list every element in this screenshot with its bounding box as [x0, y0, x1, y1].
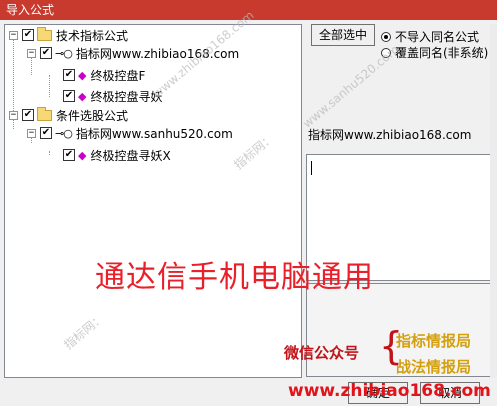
collapse-icon[interactable]: − [27, 48, 36, 58]
text-caret [311, 161, 312, 175]
folder-icon [37, 106, 52, 121]
formula-icon: ◆ [78, 148, 87, 162]
tree-group-technical-indicators[interactable]: − ✔ 技术指标公式 [9, 26, 128, 44]
tree-group-label: 条件选股公式 [56, 108, 129, 123]
tree-item-formula[interactable]: ✔ ◆ 终极控盘F [63, 66, 145, 84]
collapse-icon[interactable]: − [27, 128, 36, 138]
site-url: www.zhibiao168.com [288, 381, 491, 401]
collapse-icon[interactable]: − [9, 110, 18, 120]
radio-selected[interactable] [381, 31, 391, 42]
window-title: 导入公式 [6, 3, 55, 17]
collapse-icon[interactable]: − [9, 30, 18, 40]
key-icon: ⊸○ [55, 126, 73, 140]
promo-banner: 通达信手机电脑通用 [95, 260, 374, 295]
tree-item-formula[interactable]: ✔ ◆ 终极控盘寻妖X [63, 146, 171, 164]
watermark-text: www.sanhu520.com [300, 42, 402, 131]
checkbox[interactable]: ✔ [63, 69, 75, 81]
formula-tree[interactable]: − ✔ 技术指标公式 − ✔ ⊸○ 指标网www.zhibiao168.com … [4, 24, 302, 378]
radio-label: 覆盖同名(非系统) [395, 46, 489, 60]
folder-icon [37, 26, 52, 41]
formula-icon: ◆ [78, 89, 87, 103]
checkbox[interactable]: ✔ [40, 127, 52, 139]
source-name-label: 指标网www.zhibiao168.com [308, 128, 472, 142]
tree-group-label: 技术指标公式 [56, 28, 129, 43]
checkbox[interactable]: ✔ [22, 109, 34, 121]
radio-label: 不导入同名公式 [395, 30, 480, 44]
checkbox[interactable]: ✔ [22, 29, 34, 41]
vertical-scrollbar[interactable] [490, 24, 497, 378]
formula-icon: ◆ [78, 68, 87, 82]
tree-item-label: 终极控盘寻妖X [90, 148, 171, 163]
tree-source-sanhu520[interactable]: − ✔ ⊸○ 指标网www.sanhu520.com [27, 124, 233, 142]
tree-source-label: 指标网www.sanhu520.com [75, 126, 233, 141]
checkbox[interactable]: ✔ [63, 90, 75, 102]
tree-item-formula[interactable]: ✔ ◆ 终极控盘寻妖 [63, 87, 162, 105]
checkbox[interactable]: ✔ [40, 47, 52, 59]
tree-group-stock-selection[interactable]: − ✔ 条件选股公式 [9, 106, 128, 124]
select-all-button[interactable]: 全部选中 [311, 24, 375, 46]
wechat-label: 微信公众号 [284, 344, 360, 362]
checkbox[interactable]: ✔ [63, 149, 75, 161]
tree-line [49, 75, 50, 97]
key-icon: ⊸○ [55, 46, 73, 60]
tree-line [49, 151, 50, 155]
wechat-account-1: 指标情报局 [396, 332, 472, 350]
radio-no-import[interactable]: 不导入同名公式 [381, 28, 479, 45]
wechat-account-2: 战法情报局 [396, 358, 472, 376]
tree-item-label: 终极控盘F [90, 68, 146, 83]
